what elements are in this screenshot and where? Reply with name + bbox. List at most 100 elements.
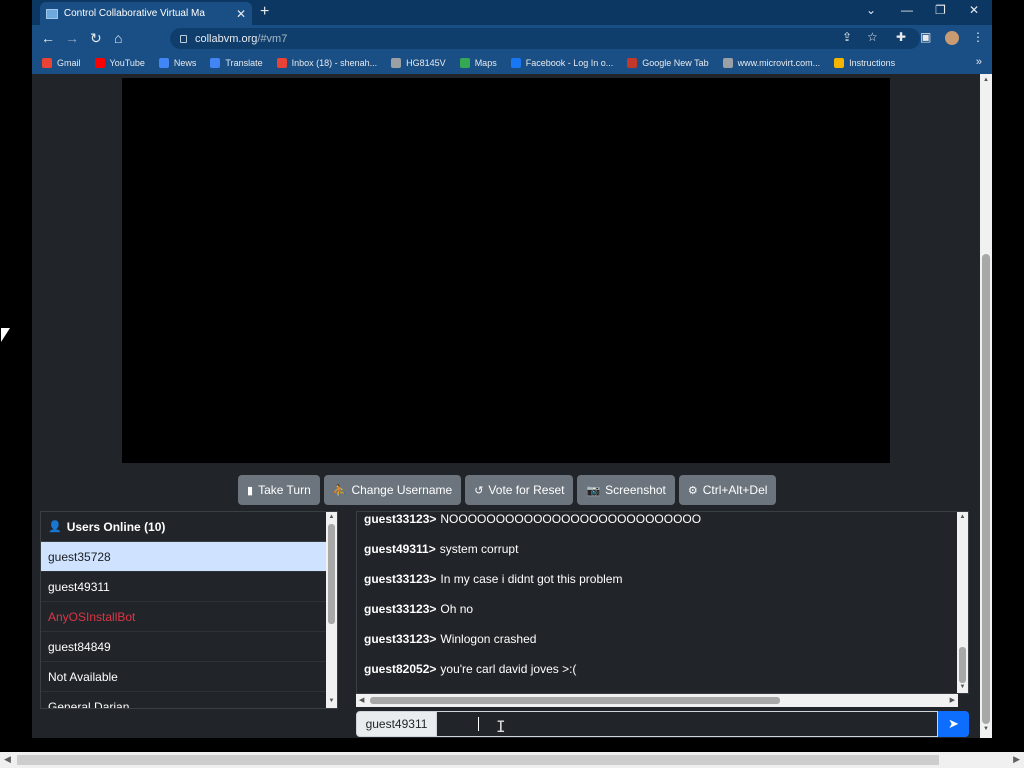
outer-horizontal-scrollbar[interactable]: ◀ ▶ (0, 752, 1024, 768)
chevron-down-icon[interactable]: ⌄ (866, 3, 876, 17)
lock-icon (180, 34, 187, 43)
button-label: Take Turn (258, 483, 311, 497)
user-list-item[interactable]: Not Available (41, 662, 337, 692)
bookmark-item[interactable]: Facebook - Log In o... (510, 58, 613, 68)
chat-scrollbar[interactable]: ▲ ▼ (957, 512, 968, 693)
scroll-left-icon[interactable]: ◀ (359, 696, 364, 704)
scroll-up-icon[interactable]: ▲ (980, 77, 992, 83)
user-list-item[interactable]: guest84849 (41, 632, 337, 662)
home-icon[interactable]: ⌂ (114, 30, 122, 46)
extensions-icon[interactable]: ✚ (896, 30, 906, 44)
page-scrollbar[interactable]: ▲ ▼ (980, 74, 992, 738)
bookmark-item[interactable]: YouTube (94, 58, 145, 68)
tab-title: Control Collaborative Virtual Ma (63, 8, 205, 19)
user-list: guest35728 guest49311 AnyOSInstallBot guest… (41, 542, 337, 709)
monitor-icon (46, 8, 58, 19)
bookmark-item[interactable]: Maps (459, 58, 497, 68)
bookmarks-bar: Gmail YouTube News Translate Inbox (18) - sh… (32, 52, 992, 74)
bookmark-item[interactable]: www.microvirt.com... (722, 58, 820, 68)
chat-message-sender: guest33123> (364, 512, 437, 526)
scroll-thumb[interactable] (17, 755, 939, 765)
button-label: Change Username (351, 483, 453, 497)
bookmark-icon (276, 58, 287, 68)
close-icon[interactable]: ✕ (236, 7, 246, 21)
menu-icon[interactable]: ⋮ (972, 30, 984, 44)
user-icon: 👤 (48, 521, 62, 533)
user-list-item[interactable]: AnyOSInstallBot (41, 602, 337, 632)
scroll-down-icon[interactable]: ▼ (957, 684, 968, 690)
users-online-header: 👤 Users Online (10) (41, 512, 337, 542)
scroll-thumb[interactable] (370, 697, 780, 704)
new-tab-button[interactable]: + (260, 3, 269, 21)
users-online-label: Users Online (10) (66, 519, 166, 534)
bookmark-item[interactable]: Gmail (42, 58, 81, 68)
vote-reset-button[interactable]: ↺ Vote for Reset (465, 475, 574, 505)
user-list-scrollbar[interactable]: ▲ ▼ (326, 512, 337, 708)
take-turn-button[interactable]: ▮ Take Turn (238, 475, 320, 505)
change-username-button[interactable]: ⛹ Change Username (323, 475, 462, 505)
send-button[interactable]: ➤ (938, 711, 969, 737)
bookmark-icon (722, 58, 733, 68)
button-label: Ctrl+Alt+Del (702, 483, 768, 497)
reload-icon[interactable]: ↻ (90, 30, 102, 47)
bookmark-label: Gmail (57, 58, 81, 68)
reset-icon: ↺ (474, 484, 484, 497)
text-caret (478, 717, 479, 731)
user-list-item[interactable]: guest49311 (41, 572, 337, 602)
bookmark-item[interactable]: HG8145V (391, 58, 446, 68)
chat-message: guest82052> you're carl david joves >:( (357, 654, 968, 684)
bookmark-icon (94, 58, 105, 68)
bookmark-icon (42, 58, 52, 68)
star-icon[interactable]: ☆ (867, 30, 878, 44)
chat-message: guest33123> Oh no (357, 594, 968, 624)
bookmark-item[interactable]: News (158, 58, 197, 68)
collabvm-page: ▮ Take Turn ⛹ Change Username ↺ Vote for Rese… (32, 74, 980, 738)
window-close-button[interactable]: ✕ (969, 3, 979, 17)
bookmark-item[interactable]: Translate (210, 58, 263, 68)
share-icon[interactable]: ⇪ (842, 30, 852, 44)
scroll-down-icon[interactable]: ▼ (326, 698, 337, 704)
chat-input[interactable] (437, 711, 938, 737)
restore-button[interactable]: ❐ (935, 3, 946, 17)
scroll-up-icon[interactable]: ▲ (957, 514, 968, 520)
sidebar-icon[interactable]: ▣ (920, 30, 931, 44)
bookmark-label: YouTube (109, 58, 145, 68)
scroll-down-icon[interactable]: ▼ (980, 726, 992, 732)
scroll-left-icon[interactable]: ◀ (4, 754, 11, 765)
user-list-item[interactable]: General Darian (41, 692, 337, 709)
chat-message-text: Oh no (440, 602, 474, 616)
user-list-item[interactable]: guest35728 (41, 542, 337, 572)
screenshot-button[interactable]: 📷 Screenshot (577, 475, 675, 505)
avatar[interactable] (945, 31, 959, 45)
text-cursor-icon: I (496, 717, 506, 736)
ctrl-alt-del-button[interactable]: ⚙ Ctrl+Alt+Del (678, 475, 777, 505)
chat-message-text: Winlogon crashed (440, 632, 537, 646)
screen: Control Collaborative Virtual Ma ✕ + ⌄ —… (0, 0, 1024, 768)
bookmark-label: Translate (225, 58, 263, 68)
address-bar[interactable]: collabvm.org/#vm7 (170, 28, 920, 49)
chat-message-sender: guest49311> (364, 542, 436, 556)
bookmark-item[interactable]: Inbox (18) - shenah... (276, 58, 378, 68)
bookmark-icon (391, 58, 402, 68)
scroll-up-icon[interactable]: ▲ (326, 514, 337, 520)
bookmark-item[interactable]: Google New Tab (627, 58, 709, 68)
bookmark-label: Maps (474, 58, 497, 68)
scroll-right-icon[interactable]: ▶ (950, 696, 955, 704)
chat-horizontal-scrollbar[interactable]: ◀ ▶ (356, 694, 958, 707)
minimize-button[interactable]: — (901, 3, 913, 17)
users-online-panel: 👤 Users Online (10) guest35728 guest49311… (40, 511, 338, 709)
chat-message-sender: guest82052> (364, 662, 437, 676)
forward-arrow-icon[interactable]: → (65, 30, 79, 46)
more-bookmarks-icon[interactable]: » (976, 56, 982, 68)
scroll-thumb[interactable] (328, 524, 335, 624)
bookmark-item[interactable]: Instructions (834, 58, 895, 68)
scroll-right-icon[interactable]: ▶ (1013, 754, 1020, 765)
bookmark-label: News (173, 58, 197, 68)
browser-tab[interactable]: Control Collaborative Virtual Ma ✕ (40, 2, 252, 25)
scroll-thumb[interactable] (982, 254, 990, 724)
scroll-thumb[interactable] (959, 647, 966, 683)
bookmark-label: Inbox (18) - shenah... (291, 58, 378, 68)
back-arrow-icon[interactable]: ← (41, 30, 55, 46)
chat-message-text: In my case i didnt got this problem (440, 572, 623, 586)
vm-display[interactable] (122, 78, 890, 463)
